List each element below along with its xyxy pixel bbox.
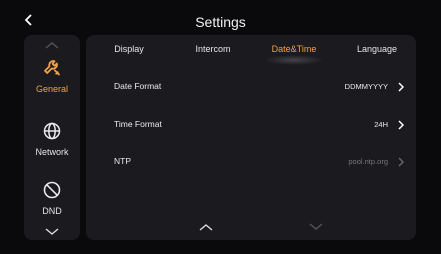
main-panel: Display Intercom Date&Time Language Date… [86,35,416,240]
active-tab-indicator [264,55,324,65]
setting-label: NTP [114,156,131,166]
setting-label: Date Format [114,81,162,91]
tab-intercom[interactable]: Intercom [195,44,230,54]
sidebar-item-label: DND [42,206,62,216]
setting-ntp[interactable]: NTP pool.ntp.org [114,154,408,170]
setting-value: pool.ntp.org [348,157,388,166]
sidebar-item-label: Network [35,147,69,157]
scroll-up-icon[interactable] [198,223,214,231]
setting-date-format[interactable]: Date Format DDMMYYYY [114,79,408,95]
sidebar: General Network DND [24,35,80,240]
page-title: Settings [195,14,246,30]
tab-language[interactable]: Language [357,44,397,54]
sidebar-item-dnd[interactable]: DND [24,180,80,216]
tab-bar: Display Intercom Date&Time Language [86,35,416,65]
sidebar-item-general[interactable]: General [24,58,80,94]
scroll-down-icon[interactable] [308,223,324,231]
settings-screen: Settings General Network DND Display Int… [0,0,441,254]
setting-value: 24H [374,120,388,129]
wrench-icon [44,60,60,76]
setting-value: DDMMYYYY [344,82,388,91]
scroll-down-icon[interactable] [44,228,60,236]
do-not-disturb-icon [43,181,61,199]
chevron-right-icon [398,82,404,92]
globe-icon [43,122,61,140]
tab-date-time[interactable]: Date&Time [272,44,317,54]
sidebar-item-label: General [35,84,69,94]
scroll-up-icon[interactable] [44,41,60,49]
setting-time-format[interactable]: Time Format 24H [114,117,408,133]
sidebar-item-network[interactable]: Network [24,121,80,157]
chevron-right-icon [398,157,404,167]
chevron-right-icon [398,120,404,130]
tab-display[interactable]: Display [114,44,144,54]
setting-label: Time Format [114,119,162,129]
